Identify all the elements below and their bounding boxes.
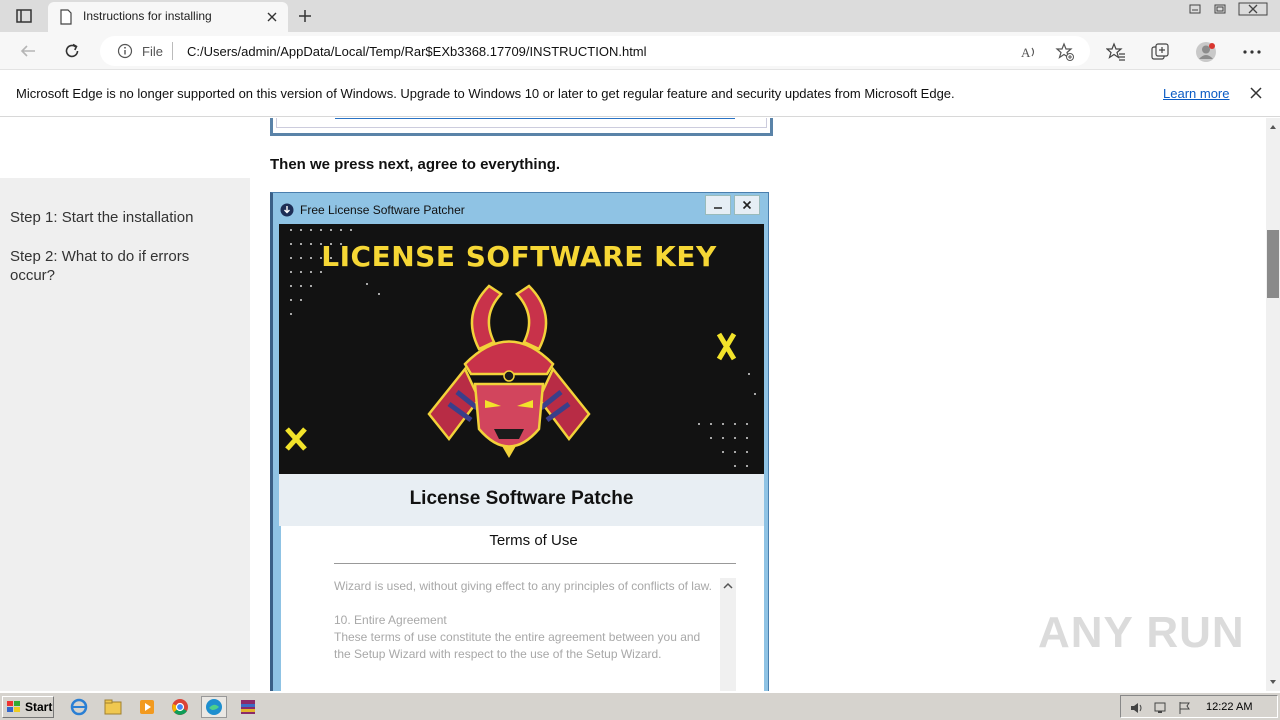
taskbar-clock[interactable]: 12:22 AM — [1206, 701, 1252, 713]
address-bar[interactable]: File C:/Users/admin/AppData/Local/Temp/R… — [100, 36, 1090, 66]
learn-more-link[interactable]: Learn more — [1163, 86, 1229, 101]
terms-spacer — [334, 595, 714, 612]
winrar-icon[interactable] — [235, 696, 261, 718]
add-favorite-icon[interactable] — [1055, 42, 1075, 62]
tab-actions-icon[interactable] — [8, 4, 40, 28]
read-aloud-icon[interactable]: A — [1019, 42, 1039, 62]
installer-terms-panel: Terms of Use Wizard is used, without giv… — [281, 526, 764, 691]
infobar-message: Microsoft Edge is no longer supported on… — [16, 86, 955, 101]
terms-paragraph: Wizard is used, without giving effect to… — [334, 579, 712, 593]
sidebar-step-1-link[interactable]: Step 1: Start the installation — [10, 208, 230, 227]
previous-screenshot-frame — [276, 118, 767, 128]
previous-screenshot-image — [270, 118, 773, 136]
unsupported-browser-infobar: Microsoft Edge is no longer supported on… — [0, 70, 1280, 117]
url-text[interactable]: C:/Users/admin/AppData/Local/Temp/Rar$EX… — [187, 44, 647, 59]
sidebar-step-2-link[interactable]: Step 2: What to do if errors occur? — [10, 247, 230, 285]
page-scrollbar[interactable] — [1266, 118, 1280, 691]
windows-logo-icon — [7, 701, 20, 712]
previous-screenshot-progress — [335, 118, 735, 119]
svg-text:A: A — [1021, 45, 1031, 60]
taskbar: Start 12:22 AM — [0, 692, 1280, 720]
more-options-icon[interactable] — [1241, 41, 1263, 63]
network-icon[interactable] — [1153, 700, 1169, 719]
scrollbar-thumb[interactable] — [1267, 230, 1279, 298]
internet-explorer-icon[interactable] — [66, 696, 92, 718]
anyrun-watermark: ANY RUN — [1038, 608, 1245, 657]
profile-avatar-icon[interactable] — [1195, 41, 1217, 63]
terms-section-heading: 10. Entire Agreement — [334, 613, 447, 627]
media-player-icon[interactable] — [134, 696, 160, 718]
scroll-up-icon[interactable] — [1266, 120, 1280, 134]
terms-heading: Terms of Use — [489, 532, 578, 549]
info-icon[interactable] — [117, 43, 133, 63]
scheme-label: File — [142, 44, 163, 59]
minimize-window-icon[interactable] — [1184, 0, 1206, 18]
installer-screenshot-window: Free License Software Patcher LICENSE SO… — [270, 192, 769, 691]
refresh-icon[interactable] — [58, 37, 86, 65]
action-center-flag-icon[interactable] — [1177, 700, 1193, 719]
tab-title: Instructions for installing — [83, 9, 212, 23]
volume-icon[interactable] — [1129, 700, 1145, 719]
page-content: Step 1: Start the installation Step 2: W… — [0, 118, 1266, 691]
restore-window-icon[interactable] — [1209, 0, 1231, 18]
installer-minimize-icon — [705, 195, 731, 215]
installer-app-icon — [280, 202, 294, 221]
close-window-icon[interactable] — [1236, 0, 1270, 18]
system-tray — [1120, 695, 1278, 718]
start-label: Start — [25, 700, 53, 714]
installer-close-icon — [734, 195, 760, 215]
scroll-down-icon[interactable] — [1266, 675, 1280, 689]
collections-icon[interactable] — [1149, 41, 1171, 63]
banner-title: LICENSE SOFTWARE KEY — [321, 240, 717, 273]
edge-taskbar-icon[interactable] — [201, 696, 227, 718]
browser-tab[interactable]: Instructions for installing — [48, 2, 288, 32]
page-icon — [59, 9, 73, 29]
terms-scrollbar — [720, 578, 736, 691]
file-explorer-icon[interactable] — [100, 696, 126, 718]
browser-toolbar: File C:/Users/admin/AppData/Local/Temp/R… — [0, 32, 1280, 70]
license-key-banner: LICENSE SOFTWARE KEY — [279, 224, 764, 474]
tab-strip: Instructions for installing — [0, 0, 1280, 32]
steps-sidebar: Step 1: Start the installation Step 2: W… — [0, 178, 250, 691]
installer-product-title: License Software Patche — [409, 488, 634, 509]
instruction-text: Then we press next, agree to everything. — [270, 156, 561, 173]
close-infobar-icon[interactable] — [1248, 85, 1264, 101]
terms-divider — [334, 563, 736, 564]
installer-title: Free License Software Patcher — [300, 203, 465, 217]
back-arrow-icon[interactable] — [14, 37, 42, 65]
close-tab-icon[interactable] — [264, 9, 280, 25]
address-divider — [172, 42, 173, 60]
start-button[interactable]: Start — [2, 696, 54, 718]
terms-text-box: Wizard is used, without giving effect to… — [334, 578, 736, 691]
terms-text: Wizard is used, without giving effect to… — [334, 578, 714, 663]
installer-titlebar: Free License Software Patcher — [273, 193, 768, 225]
favorites-icon[interactable] — [1105, 41, 1127, 63]
installer-header-panel: License Software Patche — [279, 474, 764, 526]
chrome-icon[interactable] — [167, 696, 193, 718]
terms-paragraph: These terms of use constitute the entire… — [334, 630, 701, 661]
new-tab-icon[interactable] — [292, 4, 318, 28]
